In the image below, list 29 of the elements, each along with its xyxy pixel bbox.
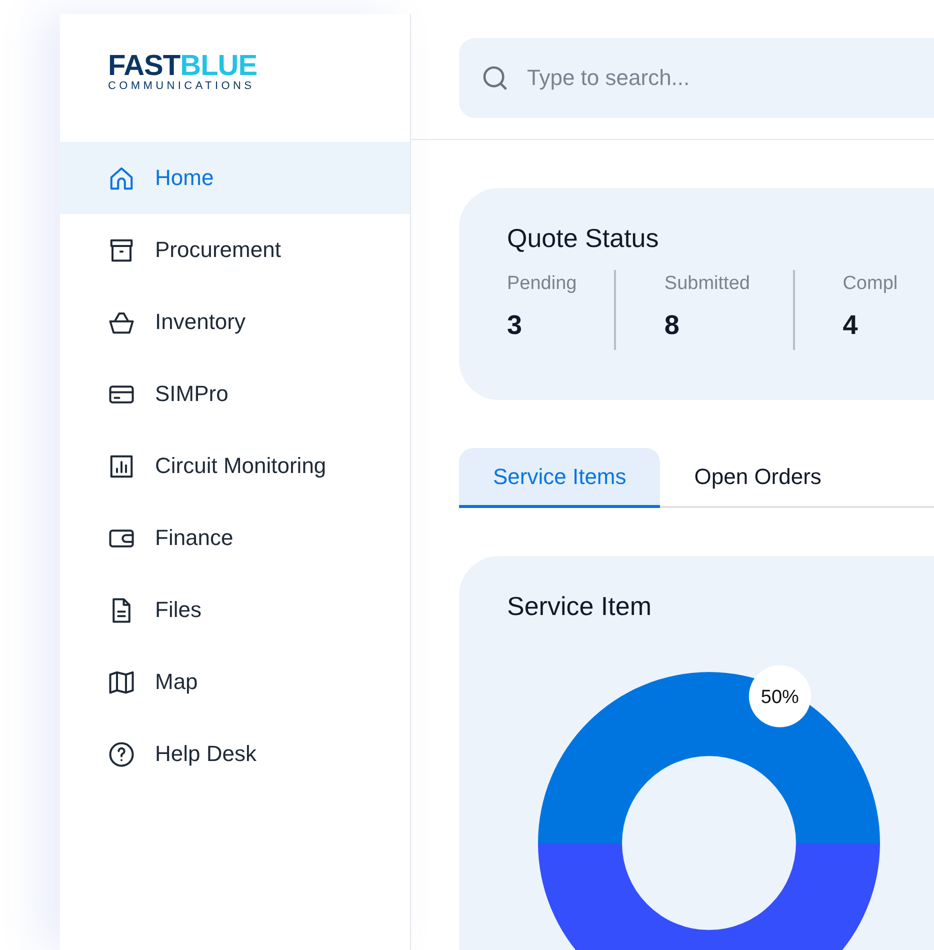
home-icon: [108, 164, 135, 192]
card-title: Service Item: [507, 590, 652, 622]
value-bubble: [748, 665, 811, 728]
stat-value: 4: [842, 310, 859, 341]
sidebar-item[interactable]: Inventory: [60, 286, 410, 358]
search-field[interactable]: Type to search...: [459, 38, 934, 118]
value-label: 50%: [760, 687, 799, 708]
tab[interactable]: Service Items: [459, 448, 660, 508]
sidebar-item[interactable]: Map: [60, 646, 410, 718]
card-title: Quote Status: [507, 222, 660, 254]
stat-value: 3: [507, 310, 524, 341]
stat-label: Pending: [507, 272, 578, 296]
archive-box-icon: [108, 236, 135, 264]
sidebar-item[interactable]: SIMPro: [60, 358, 410, 430]
sidebar-item[interactable]: Finance: [60, 502, 410, 574]
stat-label: Submitted: [664, 272, 751, 296]
stat-label: Compl: [842, 272, 899, 296]
bar-chart-icon: [108, 452, 135, 480]
sidebar-item[interactable]: Procurement: [60, 214, 410, 286]
sidebar-item[interactable]: Files: [60, 574, 410, 646]
sidebar-item[interactable]: Circuit Monitoring: [60, 430, 410, 502]
sidebar-item[interactable]: Home: [60, 142, 410, 214]
sidebar-item[interactable]: Help Desk: [60, 718, 410, 790]
tab[interactable]: Open Orders: [660, 448, 856, 508]
help-icon: [108, 740, 135, 768]
search-icon: [481, 64, 509, 92]
company-logo: FASTBLUE COMMUNICATIONS: [108, 52, 258, 94]
stat-value: 8: [664, 310, 680, 341]
map-icon: [108, 668, 135, 696]
